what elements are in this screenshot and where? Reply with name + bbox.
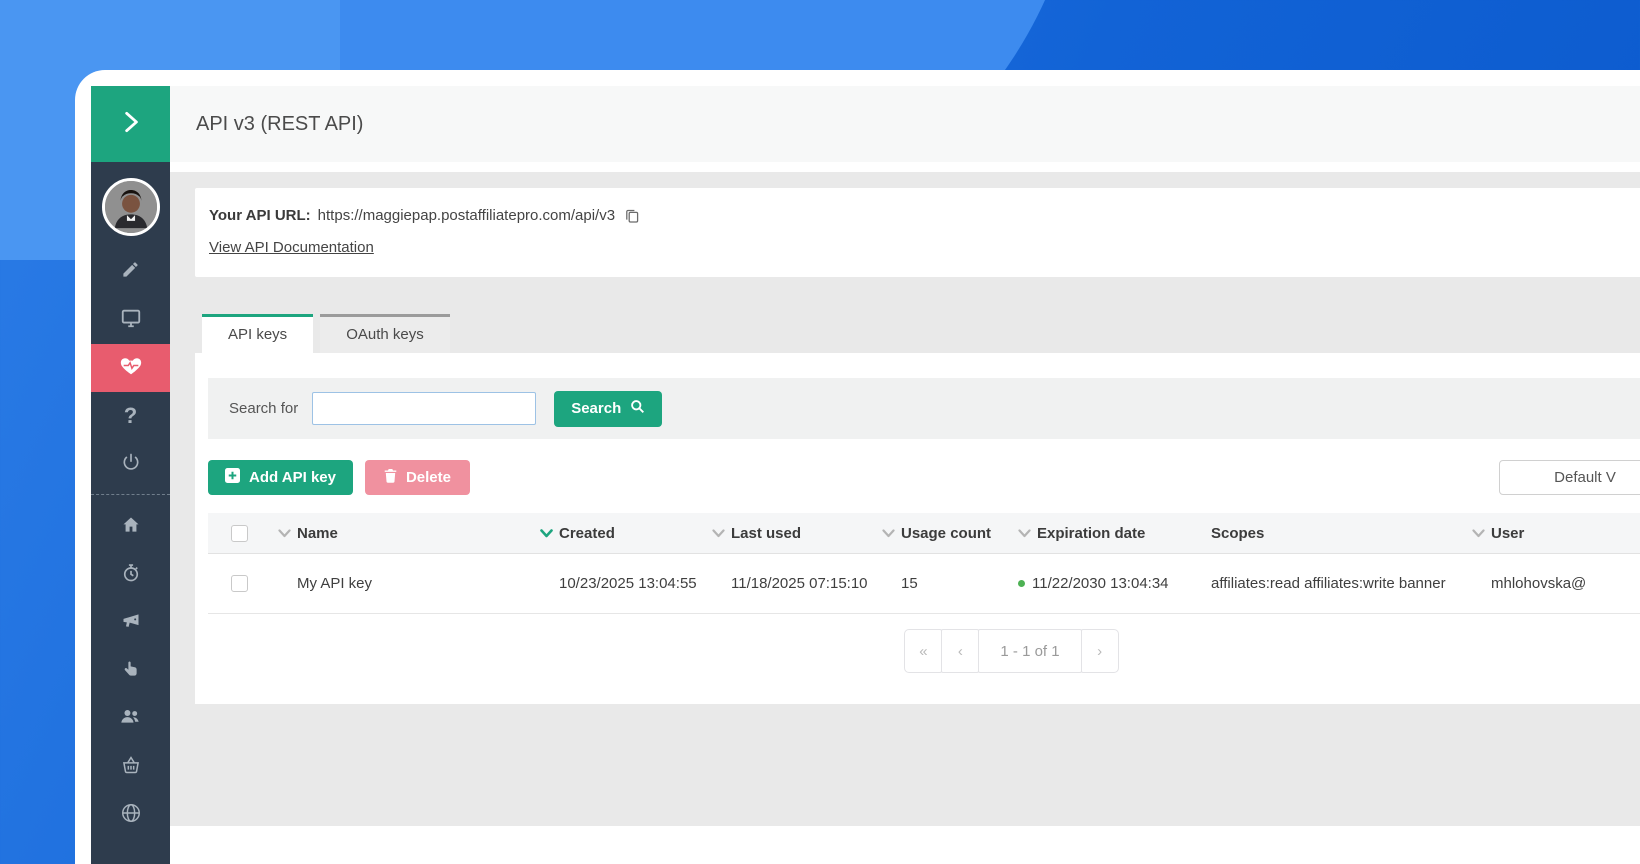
tab-api-keys[interactable]: API keys — [202, 314, 314, 353]
pagination-prev-button[interactable]: ‹ — [941, 629, 980, 673]
search-bar: Search for Search — [208, 378, 1640, 439]
sidebar-item-display[interactable] — [91, 296, 170, 344]
monitor-icon — [120, 307, 142, 334]
api-keys-table: Name Created Last used Usage count Expir… — [208, 513, 1640, 614]
magnifier-icon — [630, 399, 645, 418]
sidebar: ? — [91, 86, 170, 864]
power-icon — [121, 452, 141, 477]
cell-scopes: affiliates:read affiliates:write banner — [1211, 575, 1446, 592]
sidebar-item-affiliates[interactable] — [91, 695, 170, 743]
pencil-icon — [121, 260, 140, 284]
view-api-documentation-link[interactable]: View API Documentation — [209, 239, 374, 256]
cell-created: 10/23/2025 13:04:55 — [559, 575, 697, 592]
plus-square-icon — [225, 468, 240, 487]
column-header-last-used[interactable]: Last used — [704, 525, 874, 542]
table-header-row: Name Created Last used Usage count Expir… — [208, 513, 1640, 554]
select-all-checkbox[interactable] — [230, 524, 248, 542]
add-api-key-label: Add API key — [249, 469, 336, 486]
api-url-card: Your API URL: https://maggiepap.postaffi… — [195, 188, 1640, 277]
column-label: Expiration date — [1037, 524, 1146, 542]
column-label: Usage count — [901, 524, 992, 542]
chevron-down-icon — [1018, 525, 1031, 542]
column-header-scopes: Scopes — [1184, 525, 1464, 542]
chevron-down-icon — [712, 525, 725, 542]
sidebar-item-health-active[interactable] — [91, 344, 170, 392]
users-icon — [120, 706, 141, 732]
toolbar: Add API key Delete Default V — [208, 460, 1640, 495]
row-checkbox[interactable] — [230, 575, 248, 592]
cell-expiration-date: 11/22/2030 13:04:34 — [1010, 575, 1184, 592]
column-header-usage-count[interactable]: Usage count — [874, 525, 1010, 542]
trash-icon — [384, 468, 397, 487]
column-label: Created — [559, 524, 615, 542]
column-header-expiration-date[interactable]: Expiration date — [1010, 525, 1184, 542]
search-input[interactable] — [312, 392, 537, 425]
pagination-next-button[interactable]: › — [1080, 629, 1119, 673]
sidebar-item-orders[interactable] — [91, 743, 170, 791]
table-row[interactable]: My API key 10/23/2025 13:04:55 11/18/202… — [208, 554, 1640, 614]
sidebar-item-clicks[interactable] — [91, 647, 170, 695]
question-icon: ? — [123, 403, 138, 428]
delete-button[interactable]: Delete — [364, 460, 470, 495]
app-window: ? API v3 (REST API) Your API URL: https:… — [75, 70, 1640, 864]
tab-oauth-keys[interactable]: OAuth keys — [320, 314, 450, 353]
column-label: Name — [297, 524, 338, 542]
cell-last-used: 11/18/2025 07:15:10 — [731, 575, 868, 592]
sidebar-item-edit[interactable] — [91, 248, 170, 296]
search-button-label: Search — [571, 400, 622, 417]
sidebar-item-home[interactable] — [91, 503, 170, 551]
expiration-value: 11/22/2030 13:04:34 — [1032, 575, 1169, 592]
default-view-dropdown[interactable]: Default V — [1499, 460, 1640, 495]
cell-usage-count: 15 — [901, 575, 918, 592]
tabs-bar: API keys OAuth keys — [202, 314, 1640, 353]
api-url-value: https://maggiepap.postaffiliatepro.com/a… — [317, 207, 616, 224]
column-header-user[interactable]: User — [1464, 525, 1640, 542]
search-label: Search for — [229, 400, 299, 417]
sidebar-item-promotion[interactable] — [91, 599, 170, 647]
sidebar-divider — [91, 494, 170, 495]
search-button[interactable]: Search — [554, 390, 663, 427]
chevron-down-icon — [1472, 525, 1485, 542]
chevron-down-icon — [882, 525, 895, 542]
row-checkbox-cell — [208, 575, 270, 592]
basket-icon — [121, 755, 141, 780]
pagination-status: 1 - 1 of 1 — [978, 629, 1082, 673]
cell-name: My API key — [297, 575, 373, 592]
home-icon — [121, 515, 141, 540]
sidebar-item-help[interactable]: ? — [91, 392, 170, 440]
user-avatar[interactable] — [101, 178, 160, 236]
copy-icon[interactable] — [624, 208, 640, 224]
chevron-down-icon — [278, 525, 291, 542]
chevron-down-icon — [540, 525, 553, 542]
main-area: Your API URL: https://maggiepap.postaffi… — [170, 172, 1640, 826]
sidebar-item-logout[interactable] — [91, 440, 170, 488]
column-header-created[interactable]: Created — [532, 525, 704, 542]
stopwatch-icon — [121, 563, 141, 588]
sidebar-item-network[interactable] — [91, 791, 170, 839]
delete-label: Delete — [405, 469, 451, 486]
add-api-key-button[interactable]: Add API key — [208, 460, 353, 495]
pagination: « ‹ 1 - 1 of 1 › — [280, 629, 1640, 673]
column-label: Scopes — [1211, 524, 1265, 542]
megaphone-icon — [121, 611, 141, 636]
cell-user: mhlohovska@ — [1491, 575, 1587, 592]
column-label: User — [1491, 524, 1525, 542]
page-header: API v3 (REST API) — [170, 86, 1640, 162]
globe-icon — [120, 802, 142, 829]
select-all-cell — [208, 524, 270, 542]
hand-pointer-icon — [122, 660, 140, 683]
api-keys-panel: Search for Search Add API key Delete Def… — [195, 353, 1640, 704]
page-title: API v3 (REST API) — [196, 112, 364, 135]
column-label: Last used — [731, 524, 802, 542]
status-dot-icon — [1018, 580, 1025, 587]
sidebar-item-reports[interactable] — [91, 551, 170, 599]
heart-pulse-icon — [120, 355, 142, 382]
pagination-first-button[interactable]: « — [904, 629, 943, 673]
chevron-right-icon — [118, 109, 144, 140]
column-header-name[interactable]: Name — [270, 525, 532, 542]
sidebar-toggle-button[interactable] — [91, 86, 170, 162]
api-url-label: Your API URL: — [209, 207, 311, 224]
content-area: API v3 (REST API) Your API URL: https://… — [170, 86, 1640, 864]
